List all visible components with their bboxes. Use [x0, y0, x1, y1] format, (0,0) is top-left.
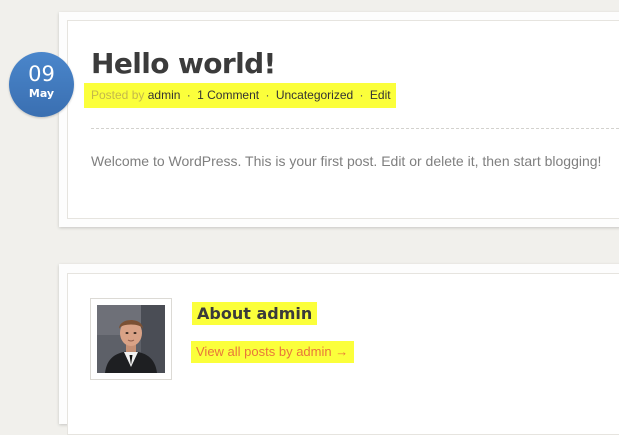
meta-separator: ·: [265, 88, 270, 102]
post-title[interactable]: Hello world!: [91, 44, 276, 84]
post-divider: [91, 128, 619, 129]
avatar-photo: [97, 305, 165, 373]
post-date-badge: 09 May: [9, 52, 74, 117]
post-content: Welcome to WordPress. This is your first…: [91, 153, 602, 169]
post-date-month: May: [28, 87, 55, 100]
author-avatar-frame: [90, 298, 172, 380]
posted-by-label: Posted by: [91, 88, 145, 102]
category-link[interactable]: Uncategorized: [276, 88, 353, 102]
author-link-meta[interactable]: admin: [148, 88, 181, 102]
meta-separator: ·: [186, 88, 191, 102]
comments-link[interactable]: 1 Comment: [197, 88, 259, 102]
post-meta: Posted by admin · 1 Comment · Uncategori…: [84, 83, 396, 108]
view-all-posts-link[interactable]: View all posts by admin →: [191, 341, 355, 363]
edit-link[interactable]: Edit: [370, 88, 391, 102]
about-author-title: About admin: [192, 302, 318, 325]
post-date-day: 09: [28, 62, 55, 86]
meta-separator: ·: [359, 88, 364, 102]
avatar: [97, 305, 165, 373]
